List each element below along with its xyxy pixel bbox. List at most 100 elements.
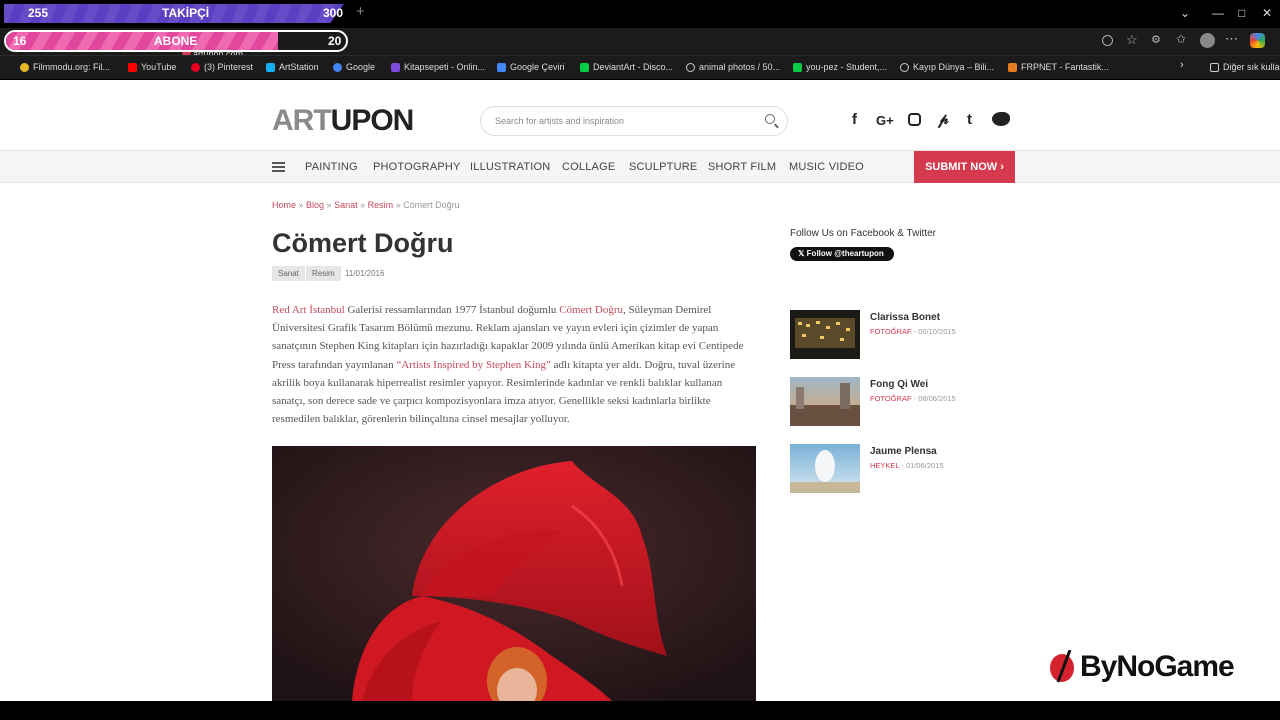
deviantart-icon — [580, 62, 589, 72]
pinterest-icon — [191, 62, 200, 72]
bynogame-logo-icon — [1050, 650, 1074, 683]
breadcrumb-blog[interactable]: Blog — [306, 200, 324, 210]
copilot-icon[interactable] — [1250, 33, 1265, 48]
favorites-icon[interactable]: ✩ — [1176, 32, 1186, 46]
article-body: Red Art İstanbul Galerisi ressamlarından… — [272, 304, 744, 426]
sidebar-post-meta: HEYKEL - 01/06/2015 — [870, 461, 944, 470]
translate-icon — [497, 62, 506, 72]
star-icon[interactable]: ☆ — [1126, 32, 1138, 48]
subscriber-goal-bar: 16 ABONE 20 — [4, 30, 348, 52]
nav-music-video[interactable]: MUSIC VIDEO — [789, 161, 864, 173]
sidebar-thumbnail[interactable] — [790, 377, 860, 426]
avatar[interactable] — [1200, 33, 1215, 48]
main-nav: PAINTING PHOTOGRAPHY ILLUSTRATION COLLAG… — [0, 150, 1280, 183]
sculpture-thumbnail — [790, 444, 860, 493]
link-red-art[interactable]: Red Art İstanbul — [272, 304, 345, 316]
minimize-icon[interactable]: — — [1212, 6, 1224, 20]
twitter-follow-button[interactable]: 𝕏 Follow @theartupon — [790, 247, 894, 261]
folder-icon — [1210, 62, 1219, 72]
post-date: 11/01/2016 — [345, 269, 385, 278]
breadcrumb-resim[interactable]: Resim — [368, 200, 394, 210]
artwork-image — [272, 446, 756, 701]
sidebar-post[interactable]: Clarissa Bonet FOTOĞRAF - 06/10/2015 — [790, 310, 1020, 360]
sidebar-thumbnail[interactable] — [790, 310, 860, 359]
extensions-icon[interactable]: ⚙ — [1151, 33, 1161, 46]
follower-label: TAKİPÇİ — [162, 6, 210, 20]
subscriber-count: 16 — [13, 34, 27, 48]
sidebar-post[interactable]: Fong Qi Wei FOTOĞRAF - 08/06/2015 — [790, 377, 1020, 427]
search-placeholder: Search for artists and inspiration — [495, 116, 625, 126]
kitapsepeti-icon — [391, 62, 400, 72]
x-icon: 𝕏 — [798, 249, 807, 258]
follower-count: 255 — [28, 6, 49, 20]
search-icon[interactable] — [765, 114, 775, 124]
globe-icon — [900, 62, 909, 72]
globe-icon — [686, 62, 695, 72]
bookmark-item[interactable]: Kitapsepeti - Onlin... — [391, 62, 485, 72]
sidebar-post-meta: FOTOĞRAF - 08/06/2015 — [870, 394, 956, 403]
google-plus-icon[interactable]: G+ — [876, 113, 894, 128]
more-menu-icon[interactable]: ⋯ — [1225, 31, 1238, 47]
bookmark-item[interactable]: you-pez - Student,... — [793, 62, 887, 72]
youtube-icon — [128, 62, 137, 72]
pinterest-icon[interactable]: 𝓅 — [938, 111, 949, 128]
facebook-icon[interactable]: f — [852, 111, 857, 128]
bookmark-item[interactable]: ArtStation — [266, 62, 319, 72]
sidebar-post[interactable]: Jaume Plensa HEYKEL - 01/06/2015 — [790, 444, 1020, 494]
site-header: ARTUPON Search for artists and inspirati… — [0, 80, 1280, 150]
new-tab-icon[interactable]: + — [356, 3, 365, 20]
sidebar-post-meta: FOTOĞRAF - 06/10/2015 — [870, 327, 956, 336]
web-page: ARTUPON Search for artists and inspirati… — [0, 80, 1280, 701]
search-input[interactable]: Search for artists and inspiration — [480, 106, 788, 136]
subscriber-label: ABONE — [154, 34, 198, 48]
chevron-right-icon[interactable]: › — [1180, 59, 1184, 71]
tumblr-icon[interactable]: t — [967, 111, 972, 128]
breadcrumb-sanat[interactable]: Sanat — [334, 200, 358, 210]
nav-short-film[interactable]: SHORT FILM — [708, 161, 776, 173]
bynogame-text: ByNoGame — [1080, 650, 1235, 683]
sidebar-thumbnail[interactable] — [790, 444, 860, 493]
bookmark-item[interactable]: Google — [333, 62, 375, 72]
link-artist[interactable]: Cömert Doğru — [559, 304, 623, 316]
city-thumbnail — [790, 310, 860, 359]
bookmark-item[interactable]: Google Çeviri — [497, 62, 565, 72]
subscriber-progress-fill — [6, 32, 278, 50]
twitter-icon[interactable] — [992, 112, 1010, 126]
tag-sanat[interactable]: Sanat — [272, 266, 305, 281]
subscriber-goal: 20 — [328, 34, 342, 48]
sidebar-post-title[interactable]: Clarissa Bonet — [870, 312, 940, 323]
chevron-down-icon[interactable]: ⌄ — [1180, 6, 1190, 20]
breadcrumb-home[interactable]: Home — [272, 200, 296, 210]
bookmark-item[interactable]: Kayıp Dünya – Bili... — [900, 62, 994, 72]
bookmark-item[interactable]: FRPNET - Fantastik... — [1008, 62, 1109, 72]
nav-sculpture[interactable]: SCULPTURE — [629, 161, 697, 173]
breadcrumb: Home » Blog » Sanat » Resim » Cömert Doğ… — [272, 200, 460, 210]
link-book[interactable]: “Artists Inspired by Stephen King” — [396, 359, 551, 371]
bynogame-watermark: ByNoGame — [1048, 650, 1235, 684]
other-bookmarks-folder[interactable]: Diğer sık kullan — [1210, 62, 1280, 72]
nav-painting[interactable]: PAINTING — [305, 161, 358, 173]
site-logo[interactable]: ARTUPON — [272, 104, 414, 138]
instagram-icon[interactable] — [908, 113, 921, 126]
artstation-icon — [266, 62, 275, 72]
submit-now-button[interactable]: SUBMIT NOW › — [914, 151, 1015, 183]
hamburger-menu-icon[interactable] — [272, 162, 285, 172]
sidebar-post-title[interactable]: Fong Qi Wei — [870, 379, 928, 390]
artwork-illustration — [272, 446, 756, 701]
reading-mode-icon[interactable] — [1102, 35, 1113, 46]
nav-illustration[interactable]: ILLUSTRATION — [470, 161, 550, 173]
bookmark-item[interactable]: Filmmodu.org: Fil... — [20, 62, 110, 72]
maximize-icon[interactable]: □ — [1238, 6, 1245, 20]
tag-resim[interactable]: Resim — [306, 266, 341, 281]
bookmark-item[interactable]: animal photos / 50... — [686, 62, 780, 72]
close-icon[interactable]: ✕ — [1262, 6, 1272, 20]
nav-collage[interactable]: COLLAGE — [562, 161, 615, 173]
bookmark-item[interactable]: YouTube — [128, 62, 176, 72]
bookmark-item[interactable]: DeviantArt - Disco... — [580, 62, 673, 72]
breadcrumb-current: Cömert Doğru — [403, 200, 460, 210]
bottom-strip — [0, 701, 1280, 720]
nav-photography[interactable]: PHOTOGRAPHY — [373, 161, 461, 173]
sidebar-post-title[interactable]: Jaume Plensa — [870, 446, 937, 457]
follow-us-label: Follow Us on Facebook & Twitter — [790, 228, 936, 239]
bookmark-item[interactable]: (3) Pinterest — [191, 62, 253, 72]
